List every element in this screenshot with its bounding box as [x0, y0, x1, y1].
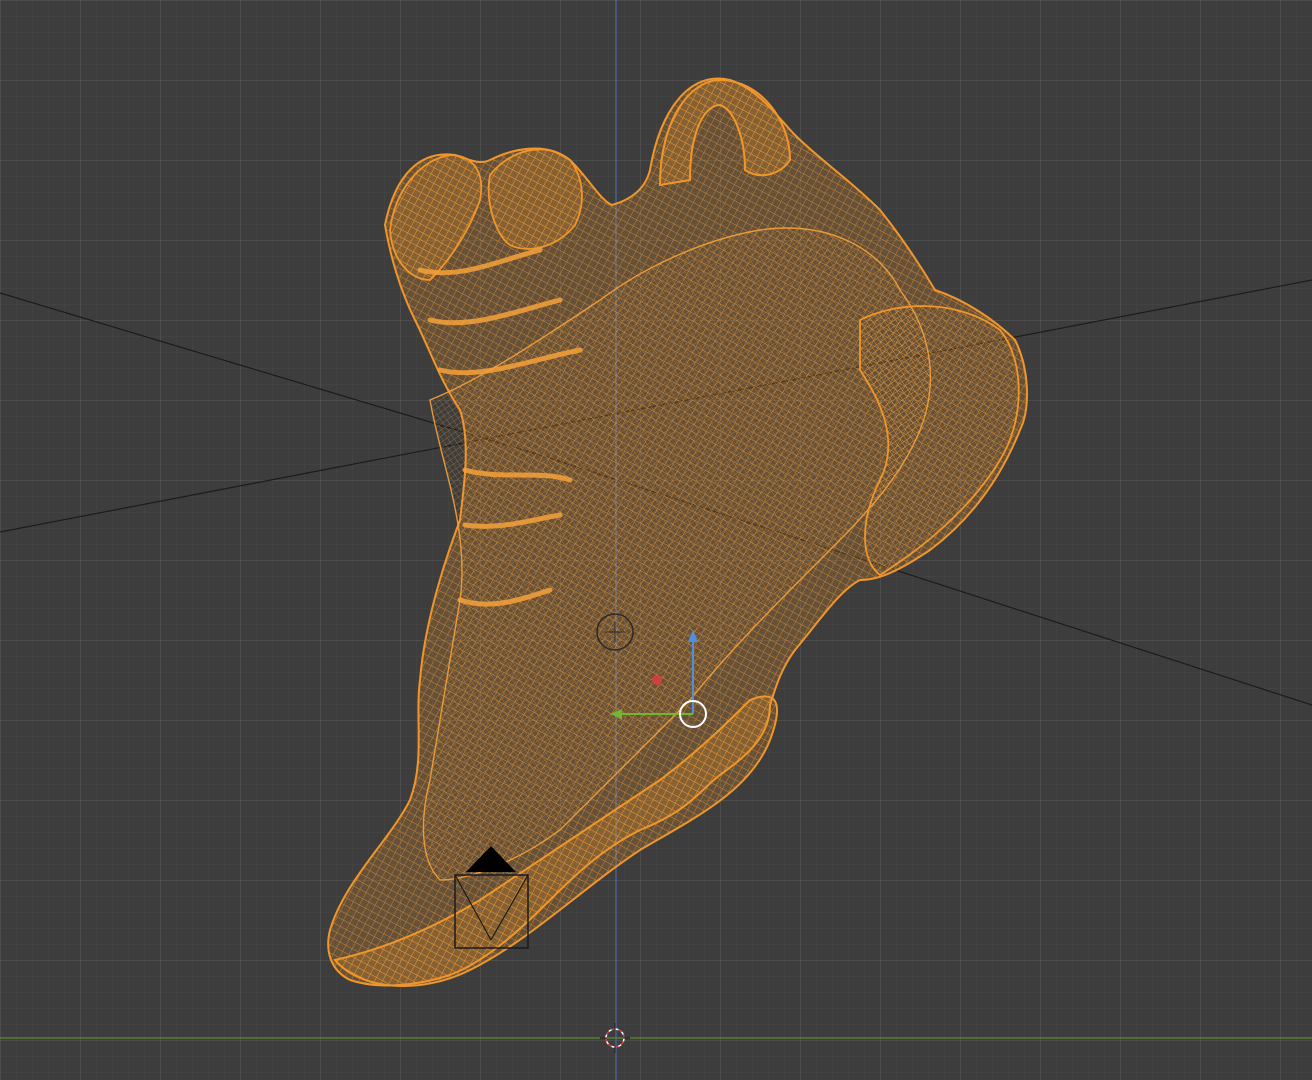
gizmo-x-dot-icon[interactable] — [652, 675, 662, 685]
sneaker-wireframe[interactable] — [327, 77, 1028, 987]
viewport-scene[interactable] — [0, 0, 1312, 1080]
3d-viewport[interactable] — [0, 0, 1312, 1080]
tongue-flap-2 — [487, 148, 583, 250]
